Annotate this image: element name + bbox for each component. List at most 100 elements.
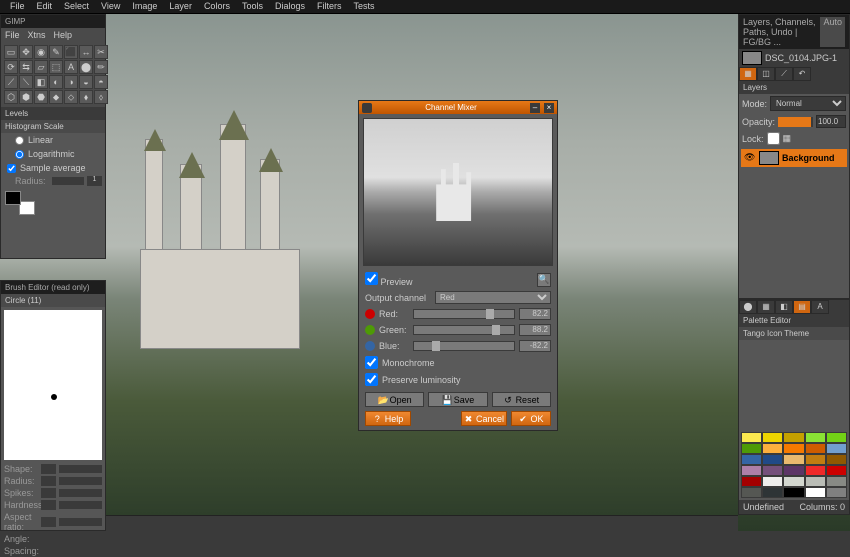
swatch-2[interactable] [783, 432, 804, 443]
tab-layers[interactable]: ▦ [739, 67, 757, 81]
menu-filters[interactable]: Filters [311, 0, 348, 13]
channel-value-1[interactable]: 88.2 [519, 324, 551, 336]
tool-15[interactable]: ⟍ [19, 75, 33, 89]
menu-view[interactable]: View [95, 0, 126, 13]
image-selector[interactable]: DSC_0104.JPG-1 [739, 49, 849, 67]
swatch-3[interactable] [805, 432, 826, 443]
tool-23[interactable]: ⬣ [34, 90, 48, 104]
layer-row-background[interactable]: 👁 Background [741, 149, 847, 167]
brush-param-slider-2[interactable] [59, 489, 102, 497]
swatch-22[interactable] [783, 476, 804, 487]
swatch-10[interactable] [741, 454, 762, 465]
tool-14[interactable]: ⟋ [4, 75, 18, 89]
tool-0[interactable]: ▭ [4, 45, 18, 59]
tool-25[interactable]: ⬦ [64, 90, 78, 104]
swatch-28[interactable] [805, 487, 826, 498]
swatch-17[interactable] [783, 465, 804, 476]
channel-slider-1[interactable] [413, 325, 515, 335]
tab-patterns[interactable]: ▦ [757, 300, 775, 314]
tbmenu-help[interactable]: Help [54, 30, 73, 40]
menu-edit[interactable]: Edit [31, 0, 59, 13]
tab-channels[interactable]: ◫ [757, 67, 775, 81]
brush-param-slider-3[interactable] [59, 501, 102, 509]
menu-dialogs[interactable]: Dialogs [269, 0, 311, 13]
close-button[interactable]: × [544, 103, 554, 113]
reset-button[interactable]: ↺Reset [492, 392, 551, 407]
fg-bg-swatch[interactable] [5, 191, 35, 215]
opacity-slider[interactable] [778, 117, 813, 127]
swatch-19[interactable] [826, 465, 847, 476]
radius-value[interactable]: 1 [87, 176, 102, 186]
tool-2[interactable]: ◉ [34, 45, 48, 59]
tool-22[interactable]: ⬢ [19, 90, 33, 104]
menu-file[interactable]: File [4, 0, 31, 13]
tool-7[interactable]: ⟳ [4, 60, 18, 74]
swatch-27[interactable] [783, 487, 804, 498]
brush-param-slider-5[interactable] [59, 535, 102, 543]
lock-alpha-check[interactable] [767, 132, 780, 145]
cancel-button[interactable]: ✖Cancel [461, 411, 507, 426]
tool-19[interactable]: ◒ [79, 75, 93, 89]
tab-undo[interactable]: ↶ [793, 67, 811, 81]
tool-1[interactable]: ✥ [19, 45, 33, 59]
swatch-9[interactable] [826, 443, 847, 454]
brush-param-slider-4[interactable] [59, 518, 102, 526]
swatch-4[interactable] [826, 432, 847, 443]
output-channel-select[interactable]: Red [435, 291, 551, 304]
radius-slider[interactable] [52, 177, 84, 185]
save-button[interactable]: 💾Save [428, 392, 487, 407]
menu-image[interactable]: Image [126, 0, 163, 13]
tool-20[interactable]: ◓ [94, 75, 108, 89]
tool-8[interactable]: ⇆ [19, 60, 33, 74]
tool-27[interactable]: ⬨ [94, 90, 108, 104]
zoom-icon[interactable]: 🔍 [537, 273, 551, 287]
tool-6[interactable]: ✂ [94, 45, 108, 59]
swatch-20[interactable] [741, 476, 762, 487]
tool-3[interactable]: ✎ [49, 45, 63, 59]
tool-11[interactable]: A [64, 60, 78, 74]
menu-layer[interactable]: Layer [163, 0, 198, 13]
swatch-23[interactable] [805, 476, 826, 487]
ok-button[interactable]: ✔OK [511, 411, 551, 426]
swatch-14[interactable] [826, 454, 847, 465]
brush-param-slider-0[interactable] [59, 465, 102, 473]
tool-16[interactable]: ◧ [34, 75, 48, 89]
channel-slider-0[interactable] [413, 309, 515, 319]
swatch-1[interactable] [762, 432, 783, 443]
brush-param-slider-1[interactable] [59, 477, 102, 485]
swatch-26[interactable] [762, 487, 783, 498]
tbmenu-file[interactable]: File [5, 30, 20, 40]
swatch-21[interactable] [762, 476, 783, 487]
tbmenu-xtns[interactable]: Xtns [28, 30, 46, 40]
swatch-13[interactable] [805, 454, 826, 465]
tab-gradients[interactable]: ◧ [775, 300, 793, 314]
menu-tools[interactable]: Tools [236, 0, 269, 13]
tool-5[interactable]: ↔ [79, 45, 93, 59]
swatch-24[interactable] [826, 476, 847, 487]
swatch-5[interactable] [741, 443, 762, 454]
hist-linear-radio[interactable]: Linear [1, 133, 105, 147]
tool-24[interactable]: ⬥ [49, 90, 63, 104]
open-button[interactable]: 📂Open [365, 392, 424, 407]
menu-select[interactable]: Select [58, 0, 95, 13]
preview-check[interactable]: Preview 🔍 [359, 270, 557, 289]
opacity-value[interactable] [816, 115, 846, 128]
tool-21[interactable]: ⬡ [4, 90, 18, 104]
tool-12[interactable]: ⬤ [79, 60, 93, 74]
preserve-luminosity-check[interactable]: Preserve luminosity [359, 371, 557, 388]
tool-26[interactable]: ⬧ [79, 90, 93, 104]
menu-tests[interactable]: Tests [347, 0, 380, 13]
swatch-11[interactable] [762, 454, 783, 465]
swatch-18[interactable] [805, 465, 826, 476]
swatch-0[interactable] [741, 432, 762, 443]
help-button[interactable]: ?Help [365, 411, 411, 426]
dialog-titlebar[interactable]: Channel Mixer – × [359, 101, 557, 114]
tab-brushes[interactable]: ⬤ [739, 300, 757, 314]
tab-paths[interactable]: ⟋ [775, 67, 793, 81]
swatch-12[interactable] [783, 454, 804, 465]
tool-18[interactable]: ◑ [64, 75, 78, 89]
swatch-29[interactable] [826, 487, 847, 498]
tab-palettes[interactable]: ▤ [793, 300, 811, 314]
tool-10[interactable]: ⬚ [49, 60, 63, 74]
minimize-button[interactable]: – [530, 103, 540, 113]
